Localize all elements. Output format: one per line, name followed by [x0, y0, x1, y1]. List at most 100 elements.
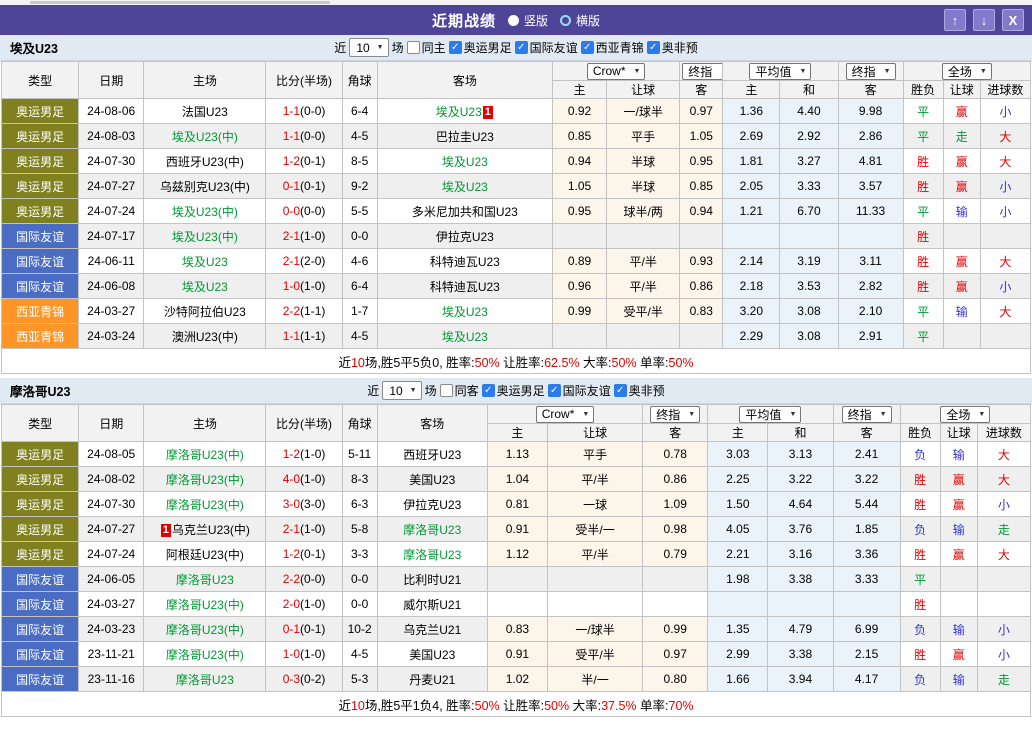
result-handicap: 输 — [942, 298, 981, 324]
match-score: 4-0(1-0) — [265, 466, 343, 492]
away-team-name: 埃及U23 — [441, 154, 488, 169]
title-group: 近期战绩 竖版 横版 — [0, 10, 1032, 31]
match-date: 24-03-24 — [78, 323, 145, 349]
layout-horizontal-radio[interactable]: 横版 — [560, 12, 600, 29]
scope-select-value: 全场 — [946, 407, 971, 422]
match-row: 奥运男足 24-07-24 埃及U23(中) 0-0(0-0) 5-5 多米尼加共和国U2… — [0, 198, 1032, 224]
avg-home: 1.66 — [707, 666, 769, 692]
chevron-down-icon: ▼ — [789, 410, 797, 418]
odds-handicap: 半球 — [606, 173, 681, 199]
competition-checkbox[interactable]: ✓ — [613, 384, 627, 397]
competition-checkbox[interactable]: ✓ — [646, 41, 660, 54]
result-goals — [979, 323, 1032, 349]
corner-score: 3-3 — [341, 541, 378, 567]
odds-handicap: 半/一 — [546, 666, 644, 692]
competition-checkbox[interactable]: ✓ — [547, 384, 561, 397]
match-score: 2-0(1-0) — [265, 591, 343, 617]
home-team: 埃及U23(中) — [143, 198, 267, 224]
away-team: 美国U23 — [376, 466, 488, 492]
avg-draw: 3.16 — [767, 541, 834, 567]
summary-segment: 37.5% — [601, 698, 637, 713]
avg-source-select-value: 平均值 — [755, 64, 792, 79]
competition-filter: ✓ 奥运男足 — [481, 382, 545, 399]
corner-score: 4-6 — [341, 248, 378, 274]
layout-vertical-radio[interactable]: 竖版 — [507, 12, 548, 29]
odds-away — [642, 566, 709, 592]
competition-checkbox[interactable]: ✓ — [580, 41, 594, 54]
avg-final-select[interactable]: 终指 ▼ — [841, 405, 892, 423]
chevron-down-icon: ▼ — [376, 44, 384, 51]
avg-away: 2.10 — [837, 298, 904, 324]
same-side-filter: 同主 — [406, 39, 446, 56]
same-side-checkbox[interactable] — [406, 41, 420, 54]
match-count-select-value: 10 — [356, 40, 370, 55]
avg-draw: 3.08 — [779, 298, 839, 324]
match-score: 1-0(1-0) — [265, 641, 343, 667]
avg-final-select-value: 终指 — [851, 64, 876, 79]
odds-away — [679, 323, 724, 349]
fulltime-score: 3-0 — [282, 497, 301, 511]
match-date: 24-07-27 — [78, 516, 145, 542]
home-team: 沙特阿拉伯U23 — [143, 298, 267, 324]
odds-away: 0.83 — [679, 298, 724, 324]
result-handicap — [942, 223, 981, 249]
summary-segment: 50% — [611, 355, 637, 370]
competition-checkbox[interactable]: ✓ — [514, 41, 528, 54]
avg-home — [707, 591, 769, 617]
avg-away: 3.36 — [832, 541, 901, 567]
away-team: 威尔斯U21 — [376, 591, 488, 617]
move-down-button[interactable]: ↓ — [973, 9, 995, 31]
radio-horizontal-label: 横版 — [576, 13, 601, 28]
chevron-down-icon: ▼ — [883, 67, 891, 75]
avg-draw — [779, 223, 839, 249]
result-goals: 大 — [979, 148, 1032, 174]
odds-source-select[interactable]: Crow* ▼ — [535, 405, 595, 423]
avg-final-select[interactable]: 终指 ▼ — [845, 62, 896, 80]
scrollbar-thumb[interactable] — [30, 1, 330, 4]
match-date: 24-07-24 — [78, 198, 145, 224]
odds-home: 0.83 — [486, 616, 548, 642]
odds-final-select[interactable]: 终指▼ — [650, 405, 701, 423]
result-goals — [976, 566, 1032, 592]
halftime-score: (0-1) — [300, 622, 326, 636]
close-button[interactable]: X — [1002, 9, 1024, 31]
result-goals: 小 — [976, 641, 1032, 667]
competition-filter: ✓ 国际友谊 — [547, 382, 611, 399]
competition-checkbox[interactable]: ✓ — [448, 41, 462, 54]
match-count-select[interactable]: 10 ▼ — [382, 381, 422, 400]
match-score: 2-2(1-1) — [265, 298, 343, 324]
scope-select[interactable]: 全场 ▼ — [941, 62, 992, 80]
sub-header-result-goals: 进球数 — [979, 80, 1032, 99]
match-score: 1-2(0-1) — [265, 148, 343, 174]
result-goals: 小 — [979, 98, 1032, 124]
odds-source-select[interactable]: Crow* ▼ — [586, 62, 646, 80]
near-label: 近 — [334, 41, 347, 55]
odds-handicap — [546, 566, 644, 592]
scope-select[interactable]: 全场 ▼ — [940, 405, 991, 423]
match-date: 24-06-08 — [78, 273, 145, 299]
corner-score: 0-0 — [341, 591, 378, 617]
competition-checkbox[interactable]: ✓ — [481, 384, 495, 397]
odds-final-select[interactable]: 终指▼ — [682, 62, 722, 80]
competition-label: 奥运男足 — [496, 384, 545, 398]
match-type: 国际友谊 — [0, 641, 80, 667]
result-handicap: 赢 — [942, 148, 981, 174]
move-up-button[interactable]: ↑ — [944, 9, 966, 31]
near-label: 近 — [367, 384, 380, 398]
same-side-checkbox[interactable] — [439, 384, 453, 397]
away-team: 西班牙U23 — [376, 441, 488, 467]
result-handicap — [942, 323, 981, 349]
result-outcome: 胜 — [902, 248, 944, 274]
match-filters: 近 10 ▼ 场同客 ✓ 奥运男足 ✓ 国际友谊 ✓ 奥非预 — [367, 381, 665, 400]
avg-source-select[interactable]: 平均值 ▼ — [739, 405, 802, 423]
match-score: 1-1(0-0) — [265, 98, 343, 124]
odds-home: 0.95 — [551, 198, 608, 224]
match-type: 奥运男足 — [0, 98, 80, 124]
avg-source-select[interactable]: 平均值 ▼ — [749, 62, 812, 80]
match-score: 1-2(1-0) — [265, 441, 343, 467]
competition-label: 西亚青锦 — [595, 41, 644, 55]
match-count-select[interactable]: 10 ▼ — [349, 38, 389, 57]
dropdown-header-cell: 平均值 ▼ — [722, 61, 839, 81]
games-label: 场 — [391, 41, 404, 55]
corner-score: 10-2 — [341, 616, 378, 642]
